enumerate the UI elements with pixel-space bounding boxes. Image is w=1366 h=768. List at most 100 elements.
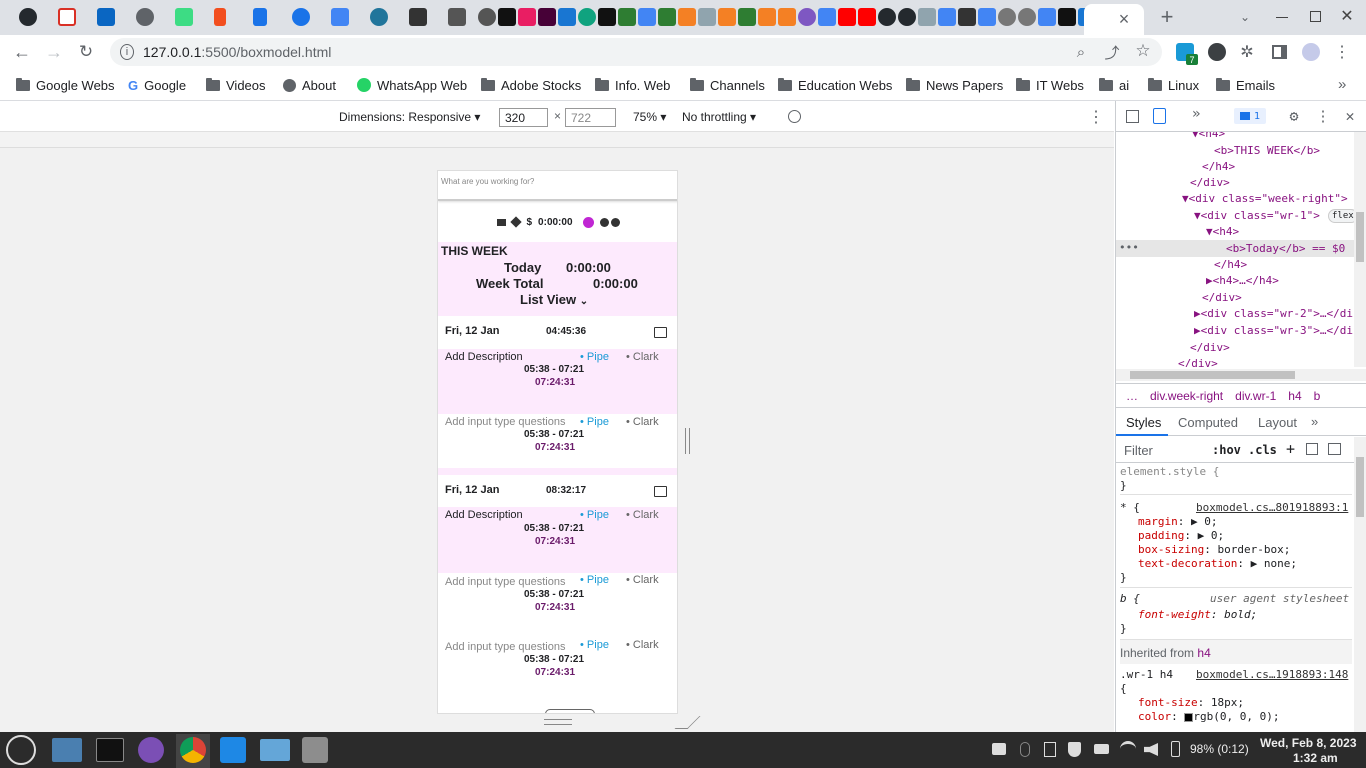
dom-node[interactable]: ▼<div class="week-right">: [1182, 192, 1348, 205]
entry-description[interactable]: Add input type questions: [445, 576, 565, 588]
bookmark-star-icon[interactable]: ☆: [1134, 41, 1152, 61]
issues-badge[interactable]: 1: [1234, 108, 1266, 124]
globe-icon[interactable]: [136, 8, 154, 26]
tab-layout[interactable]: Layout: [1258, 415, 1297, 430]
mdn-icon[interactable]: [918, 8, 936, 26]
site-icon[interactable]: [1058, 8, 1076, 26]
xd-icon[interactable]: [538, 8, 556, 26]
dollar-icon[interactable]: $: [526, 217, 532, 228]
dom-node[interactable]: ▶<div class="wr-2">…</di: [1194, 307, 1353, 320]
add-icon[interactable]: [610, 217, 620, 227]
dom-node[interactable]: </div>: [1202, 291, 1242, 304]
site-icon[interactable]: [558, 8, 576, 26]
z-icon[interactable]: [958, 8, 976, 26]
site-icon[interactable]: [518, 8, 536, 26]
list-icon[interactable]: [654, 327, 667, 338]
wikipedia-icon[interactable]: [448, 8, 466, 26]
breadcrumb-item[interactable]: b: [1314, 389, 1321, 403]
site-icon[interactable]: [1018, 8, 1036, 26]
entry-description[interactable]: Add Description: [445, 509, 523, 521]
bookmarks-overflow-icon[interactable]: »: [1338, 76, 1346, 93]
drive-icon[interactable]: [1094, 744, 1109, 754]
wifi-icon[interactable]: [1120, 741, 1136, 757]
chatgpt-icon[interactable]: [578, 8, 596, 26]
resize-handle-right[interactable]: [685, 428, 690, 454]
stackoverflow-icon[interactable]: [718, 8, 736, 26]
youtube-icon[interactable]: [838, 8, 856, 26]
media-query-ruler[interactable]: [0, 132, 1114, 148]
bluetooth-icon[interactable]: [1020, 742, 1030, 757]
tab-styles[interactable]: Styles: [1126, 415, 1161, 430]
dom-node[interactable]: ▼<h4>: [1192, 132, 1225, 140]
google-icon[interactable]: [938, 8, 956, 26]
clock-date[interactable]: Wed, Feb 8, 2023: [1260, 736, 1357, 750]
breadcrumb-item[interactable]: div.wr-1: [1235, 389, 1276, 403]
tag-icon[interactable]: [510, 216, 523, 228]
dom-node[interactable]: ▼<div class="wr-1">: [1194, 209, 1320, 222]
entry-description[interactable]: Add Description: [445, 351, 523, 363]
tab-close-icon[interactable]: ×: [1114, 9, 1134, 29]
dom-node-selected[interactable]: <b>Today</b> == $0: [1226, 242, 1345, 255]
shield-icon[interactable]: [1068, 742, 1081, 757]
bookmark-education-webs[interactable]: Education Webs: [778, 77, 892, 93]
vscode-icon[interactable]: [220, 737, 246, 763]
flag-icon[interactable]: [253, 8, 267, 26]
gmail-icon[interactable]: [58, 8, 76, 26]
prop-value[interactable]: border-box;: [1217, 543, 1290, 556]
breadcrumb-item[interactable]: …: [1126, 389, 1138, 403]
bookmark-it-webs[interactable]: IT Webs: [1016, 77, 1084, 93]
puzzle-icon[interactable]: ✲: [1238, 42, 1256, 62]
terminal-icon[interactable]: [96, 738, 124, 762]
entry-description[interactable]: Add input type questions: [445, 416, 565, 428]
list-item[interactable]: Add input type questions • Pipe • Clark …: [438, 414, 677, 468]
bookmark-ai[interactable]: ai: [1099, 77, 1129, 93]
url-text[interactable]: 127.0.0.1:5500/boxmodel.html: [143, 44, 331, 60]
prop-value[interactable]: ▶ 0;: [1191, 515, 1218, 528]
mdn-icon[interactable]: [698, 8, 716, 26]
list-item[interactable]: Add Description • Pipe • Clark 05:38 - 0…: [438, 507, 677, 573]
minimize-icon[interactable]: [1276, 17, 1288, 18]
dom-node[interactable]: ▶<h4>…</h4>: [1206, 274, 1279, 287]
google-icon[interactable]: [818, 8, 836, 26]
dom-node[interactable]: ▶<div class="wr-3">…</di: [1194, 324, 1353, 337]
computed-styles-icon[interactable]: [1306, 443, 1318, 455]
bookmark-info-web[interactable]: Info. Web: [595, 77, 670, 93]
active-tab[interactable]: ×: [1084, 4, 1144, 35]
breadcrumb-item[interactable]: div.week-right: [1150, 389, 1223, 403]
node-ellipsis-icon[interactable]: •••: [1119, 241, 1139, 254]
youtube-icon[interactable]: [858, 8, 876, 26]
menu-kebab-icon[interactable]: ⋮: [1334, 42, 1350, 62]
filter-input[interactable]: Filter: [1124, 443, 1153, 458]
share-icon[interactable]: ⤴: [1103, 42, 1121, 62]
dom-scrollbar[interactable]: [1354, 132, 1366, 367]
device-menu-icon[interactable]: ⋮: [1088, 107, 1104, 127]
prop-value[interactable]: rgb(0, 0, 0);: [1193, 710, 1279, 723]
rotate-icon[interactable]: [788, 110, 801, 123]
bookmark-news-papers[interactable]: News Papers: [906, 77, 1003, 93]
w-icon[interactable]: [618, 8, 636, 26]
w-icon[interactable]: [738, 8, 756, 26]
site-icon[interactable]: [478, 8, 496, 26]
side-panel-icon[interactable]: [1272, 45, 1287, 59]
bookmark-whatsapp[interactable]: WhatsApp Web: [357, 77, 467, 93]
dom-node[interactable]: </div>: [1190, 176, 1230, 189]
window-close-icon[interactable]: ✕: [1338, 6, 1356, 26]
forward-icon[interactable]: →: [44, 41, 64, 63]
bookmark-about[interactable]: About: [283, 77, 336, 93]
flex-badge[interactable]: flex: [1328, 209, 1354, 223]
github-icon[interactable]: [878, 8, 896, 26]
battery-icon[interactable]: [1171, 741, 1180, 757]
resize-handle-bottom[interactable]: [544, 719, 572, 725]
w-icon[interactable]: [658, 8, 676, 26]
bookmark-google-webs[interactable]: Google Webs: [16, 77, 115, 93]
throttling-select[interactable]: No throttling ▾: [682, 110, 756, 124]
bookmark-linux[interactable]: Linux: [1148, 77, 1199, 93]
stackoverflow-icon[interactable]: [758, 8, 776, 26]
volume-icon[interactable]: [1144, 743, 1158, 756]
devtools-menu-icon[interactable]: ⋮: [1316, 107, 1331, 125]
scroll-button[interactable]: [545, 709, 595, 713]
zoom-icon[interactable]: ⌕: [1072, 42, 1090, 62]
dom-node[interactable]: <b>THIS WEEK</b>: [1214, 144, 1320, 157]
android-icon[interactable]: [175, 8, 193, 26]
prop-value[interactable]: ▶ 0;: [1198, 529, 1225, 542]
